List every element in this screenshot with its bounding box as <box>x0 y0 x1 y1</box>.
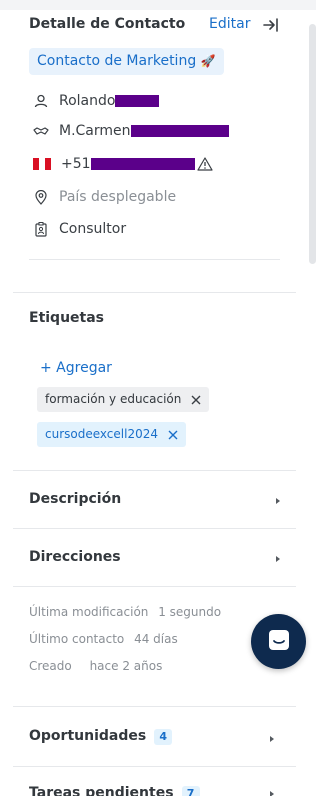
opportunities-count-badge: 4 <box>154 729 173 745</box>
contact-phone-row[interactable]: +51 <box>33 154 213 174</box>
country-placeholder: País desplegable <box>59 189 177 205</box>
tag-chip[interactable]: cursodeexcell2024 <box>37 422 186 447</box>
created-value: hace 2 años <box>89 659 163 673</box>
expand-tasks-icon[interactable] <box>270 791 274 796</box>
section-divider <box>13 706 296 707</box>
last-contact-value: 44 días <box>134 632 178 646</box>
contact-type-pill[interactable]: Contacto de Marketing 🚀 <box>29 48 224 75</box>
top-strip <box>0 0 316 10</box>
tag-chip-label: formación y educación <box>45 392 182 406</box>
contact-name: Rolando <box>59 93 116 109</box>
handshake-icon <box>33 123 49 139</box>
opportunities-section-header[interactable]: Oportunidades 4 <box>29 728 173 745</box>
contact-job-title: Consultor <box>59 221 127 237</box>
redacted-phone-number <box>90 158 195 170</box>
last-modified-value: 1 segundo <box>158 605 222 619</box>
tasks-label: Tareas pendientes <box>29 785 174 796</box>
last-modified-label: Última modificación <box>29 605 149 619</box>
location-pin-icon <box>33 189 49 205</box>
tags-section-title: Etiquetas <box>29 310 105 326</box>
collapse-panel-icon[interactable] <box>262 16 280 34</box>
contact-owner: M.Carmen <box>59 123 131 139</box>
peru-flag-icon <box>33 158 51 170</box>
redacted-surname <box>115 95 160 107</box>
expand-addresses-icon[interactable] <box>276 556 280 562</box>
details-divider <box>29 259 280 260</box>
scrollbar[interactable] <box>309 24 316 264</box>
chat-button[interactable] <box>251 614 306 669</box>
edit-link[interactable]: Editar <box>209 16 250 32</box>
panel-title: Detalle de Contacto <box>29 16 186 32</box>
add-tag-button[interactable]: + Agregar <box>40 360 112 376</box>
tasks-count-badge: 7 <box>181 786 200 796</box>
addresses-section-header[interactable]: Direcciones <box>29 549 121 565</box>
tasks-section-header[interactable]: Tareas pendientes 7 <box>29 785 200 796</box>
rocket-emoji: 🚀 <box>200 54 216 68</box>
contact-country-row[interactable]: País desplegable <box>33 187 176 207</box>
tag-chip-label: cursodeexcell2024 <box>45 427 158 441</box>
created-label: Creado <box>29 659 72 673</box>
description-section-header[interactable]: Descripción <box>29 491 121 507</box>
user-icon <box>33 93 49 109</box>
last-modified-row: Última modificación 1 segundo <box>29 605 221 619</box>
warning-icon <box>196 156 213 172</box>
chat-bubble-icon <box>268 629 290 655</box>
section-divider <box>13 766 296 767</box>
close-icon[interactable] <box>191 395 201 405</box>
section-divider <box>13 292 296 293</box>
close-icon[interactable] <box>168 430 178 440</box>
contact-type-label: Contacto de Marketing <box>37 53 197 69</box>
contact-job-row: Consultor <box>33 219 126 239</box>
last-contact-row: Último contacto 44 días <box>29 632 178 646</box>
contact-name-row: Rolando <box>33 91 160 111</box>
last-contact-label: Último contacto <box>29 632 125 646</box>
contact-phone: +51 <box>61 156 91 172</box>
contact-owner-row: M.Carmen <box>33 121 229 141</box>
opportunities-label: Oportunidades <box>29 728 147 744</box>
section-divider <box>13 528 296 529</box>
redacted-owner-surname <box>130 125 229 137</box>
expand-description-icon[interactable] <box>276 498 280 504</box>
section-divider <box>13 586 296 587</box>
expand-opportunities-icon[interactable] <box>270 736 274 742</box>
section-divider <box>13 470 296 471</box>
tag-chip[interactable]: formación y educación <box>37 387 210 412</box>
created-row: Creado hace 2 años <box>29 659 162 673</box>
id-badge-icon <box>33 221 49 237</box>
